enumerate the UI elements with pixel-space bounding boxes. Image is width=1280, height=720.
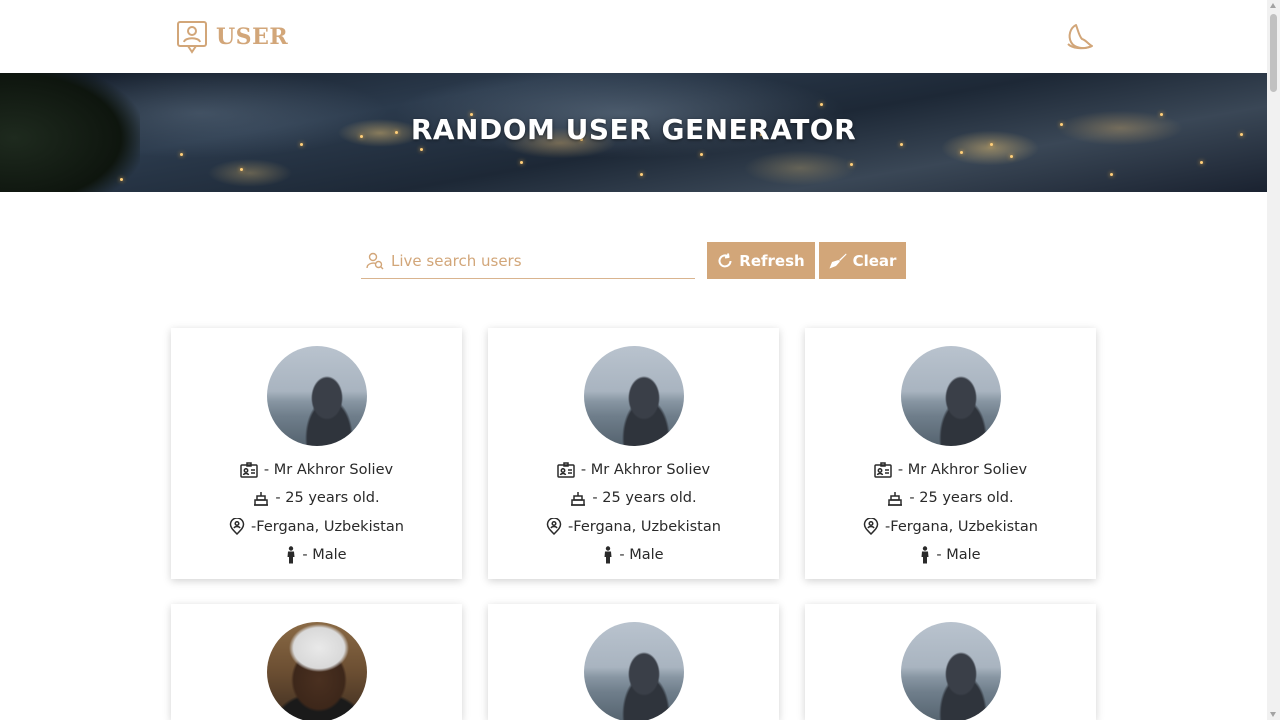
site-header: USER [0, 0, 1267, 73]
scroll-up-arrow[interactable] [1270, 3, 1276, 8]
id-card-icon [874, 462, 892, 478]
user-card [171, 604, 462, 720]
birthday-cake-icon [888, 492, 903, 507]
page-title: RANDOM USER GENERATOR [410, 113, 857, 146]
location-pin-icon [863, 518, 879, 536]
user-gender: - Male [302, 547, 347, 564]
user-age: - 25 years old. [592, 490, 697, 507]
avatar [584, 622, 684, 720]
user-age-row: - 25 years old. [171, 484, 462, 512]
user-gender: - Male [936, 547, 981, 564]
user-age-row: - 25 years old. [488, 484, 779, 512]
birthday-cake-icon [571, 492, 586, 507]
male-person-icon [604, 546, 612, 564]
clear-button[interactable]: Clear [819, 242, 906, 279]
avatar [267, 346, 367, 446]
user-location: -Fergana, Uzbekistan [568, 518, 721, 535]
hero-banner: RANDOM USER GENERATOR [0, 73, 1267, 192]
user-card: - Mr Akhror Soliev - 25 years old. -Ferg… [171, 328, 462, 579]
user-age: - 25 years old. [909, 490, 1014, 507]
scroll-thumb[interactable] [1270, 14, 1277, 92]
location-pin-icon [546, 518, 562, 536]
logo-text: USER [216, 24, 289, 50]
id-card-icon [557, 462, 575, 478]
avatar [584, 346, 684, 446]
user-gender-row: - Male [171, 541, 462, 569]
user-age-row: - 25 years old. [805, 484, 1096, 512]
logo[interactable]: USER [176, 20, 288, 54]
avatar [901, 622, 1001, 720]
user-card: - Mr Akhror Soliev - 25 years old. -Ferg… [805, 328, 1096, 579]
location-pin-icon [229, 518, 245, 536]
scroll-down-arrow[interactable] [1270, 712, 1276, 717]
refresh-label: Refresh [739, 251, 805, 270]
user-location-row: -Fergana, Uzbekistan [171, 513, 462, 541]
clear-label: Clear [852, 251, 897, 270]
avatar [901, 346, 1001, 446]
user-age: - 25 years old. [275, 490, 380, 507]
user-gender-row: - Male [805, 541, 1096, 569]
user-name-row: - Mr Akhror Soliev [488, 456, 779, 484]
refresh-icon [718, 252, 732, 267]
user-location-row: -Fergana, Uzbekistan [805, 513, 1096, 541]
male-person-icon [921, 546, 929, 564]
male-person-icon [287, 546, 295, 564]
user-name: - Mr Akhror Soliev [580, 462, 711, 479]
user-name: - Mr Akhror Soliev [897, 462, 1028, 479]
moon-icon [1067, 24, 1093, 50]
user-search-icon [361, 252, 387, 270]
user-card [805, 604, 1096, 720]
id-card-icon [240, 462, 258, 478]
user-badge-icon [177, 21, 207, 54]
user-location: -Fergana, Uzbekistan [885, 518, 1038, 535]
user-location-row: -Fergana, Uzbekistan [488, 513, 779, 541]
search-field[interactable] [361, 243, 695, 279]
page-scrollbar[interactable] [1267, 0, 1280, 720]
user-name-row: - Mr Akhror Soliev [805, 456, 1096, 484]
user-name: - Mr Akhror Soliev [263, 462, 394, 479]
refresh-button[interactable]: Refresh [707, 242, 815, 279]
birthday-cake-icon [254, 492, 269, 507]
user-name-row: - Mr Akhror Soliev [171, 456, 462, 484]
search-input[interactable] [387, 245, 677, 276]
user-card: - Mr Akhror Soliev - 25 years old. -Ferg… [488, 328, 779, 579]
broom-icon [829, 253, 847, 268]
theme-toggle-button[interactable] [1060, 20, 1098, 54]
user-gender: - Male [619, 547, 664, 564]
user-card [488, 604, 779, 720]
user-location: -Fergana, Uzbekistan [251, 518, 404, 535]
user-gender-row: - Male [488, 541, 779, 569]
avatar [267, 622, 367, 720]
